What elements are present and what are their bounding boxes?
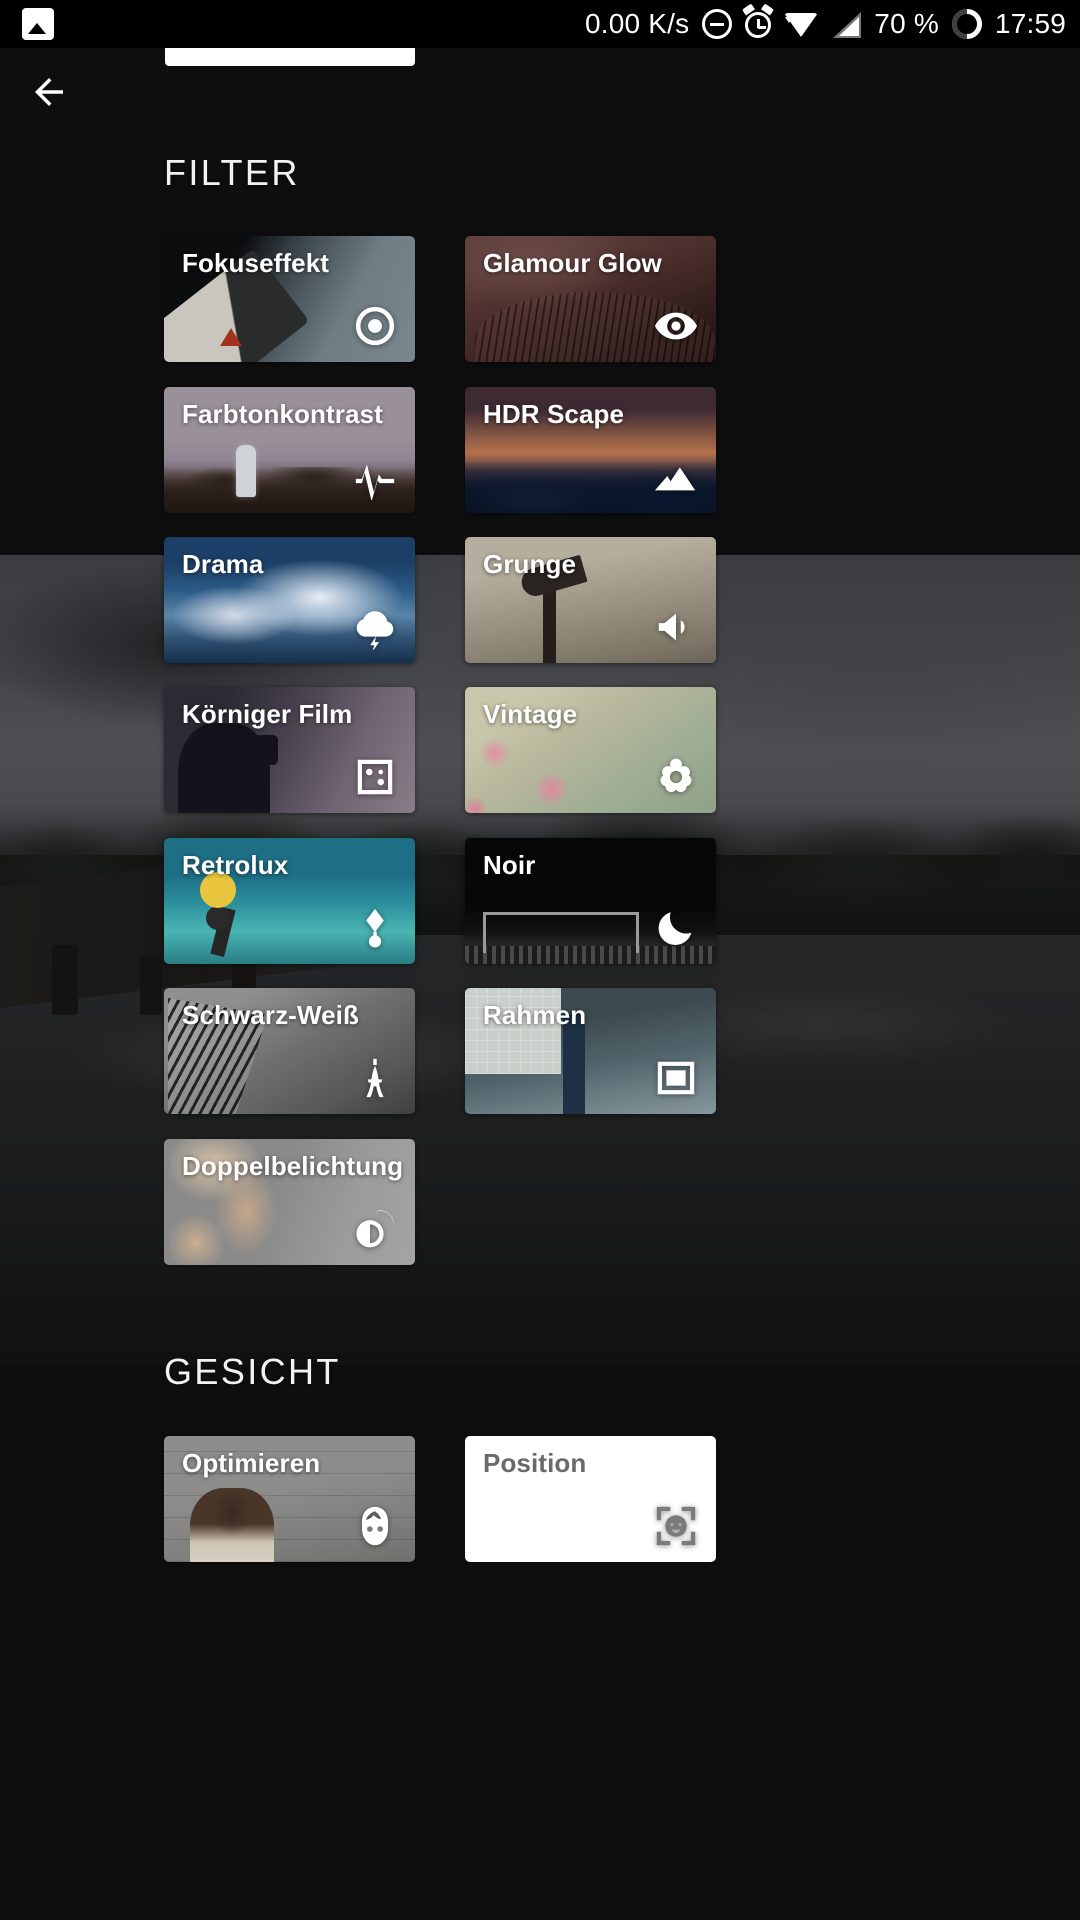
moon-icon xyxy=(652,904,700,952)
card-label: Glamour Glow xyxy=(483,248,662,278)
filter-card-farbtonkontrast[interactable]: Farbtonkontrast xyxy=(164,387,415,513)
card-label: Körniger Film xyxy=(182,699,353,729)
filter-card-vintage[interactable]: Vintage xyxy=(465,687,716,813)
storm-cloud-icon xyxy=(351,603,399,651)
double-exposure-icon xyxy=(351,1205,399,1253)
screen-root: 0.00 K/s 70 % 17:59 FILTER GESICHT Fokus… xyxy=(0,0,1080,1920)
battery-icon xyxy=(951,9,982,39)
dnd-icon xyxy=(702,9,733,39)
filter-card-drama[interactable]: Drama xyxy=(164,537,415,663)
filter-card-schwarz-weiss[interactable]: Schwarz-Weiß xyxy=(164,988,415,1114)
megaphone-icon xyxy=(652,603,700,651)
filter-card-rahmen[interactable]: Rahmen xyxy=(465,988,716,1114)
status-bar-right-group: 0.00 K/s 70 % 17:59 xyxy=(585,0,1066,48)
network-speed-label: 0.00 K/s xyxy=(584,8,690,39)
card-label: Schwarz-Weiß xyxy=(182,1000,359,1030)
eiffel-tower-icon xyxy=(351,1054,399,1102)
card-label: Noir xyxy=(483,850,536,880)
card-label: Optimieren xyxy=(182,1448,321,1478)
face-icon xyxy=(351,1502,399,1550)
card-label: Drama xyxy=(182,549,264,579)
card-label: Position xyxy=(483,1448,587,1478)
waveform-icon xyxy=(351,453,399,501)
card-label: Grunge xyxy=(483,549,577,579)
filter-card-fokuseffekt[interactable]: Fokuseffekt xyxy=(164,236,415,362)
frame-icon xyxy=(652,1054,700,1102)
filter-card-grunge[interactable]: Grunge xyxy=(465,537,716,663)
signal-icon xyxy=(831,10,862,38)
back-arrow-icon xyxy=(28,71,70,118)
card-label: Farbtonkontrast xyxy=(182,399,383,429)
wifi-icon xyxy=(784,11,819,37)
face-position-icon xyxy=(652,1502,700,1550)
status-bar: 0.00 K/s 70 % 17:59 xyxy=(0,0,1080,48)
filter-card-koerniger-film[interactable]: Körniger Film xyxy=(164,687,415,813)
card-label: Fokuseffekt xyxy=(182,248,330,278)
gallery-icon xyxy=(22,8,54,40)
card-label: Retrolux xyxy=(182,850,289,880)
face-card-position[interactable]: Position xyxy=(465,1436,716,1562)
clock-label: 17:59 xyxy=(994,8,1066,39)
filter-card-retrolux[interactable]: Retrolux xyxy=(164,838,415,964)
flower-icon xyxy=(652,753,700,801)
lens-blur-icon xyxy=(351,302,399,350)
section-title-filter: FILTER xyxy=(164,152,300,193)
alarm-icon xyxy=(742,3,775,38)
back-button[interactable] xyxy=(18,63,80,125)
card-label: Doppelbelichtung xyxy=(182,1151,404,1181)
mountains-icon xyxy=(652,453,700,501)
section-title-gesicht: GESICHT xyxy=(164,1351,341,1392)
card-label: Rahmen xyxy=(483,1000,587,1030)
filter-card-glamour-glow[interactable]: Glamour Glow xyxy=(465,236,716,362)
filter-card-doppelbelichtung[interactable]: Doppelbelichtung xyxy=(164,1139,415,1265)
filter-card-hdr-scape[interactable]: HDR Scape xyxy=(465,387,716,513)
filter-card-noir[interactable]: Noir xyxy=(465,838,716,964)
face-card-optimieren[interactable]: Optimieren xyxy=(164,1436,415,1562)
grain-square-icon xyxy=(351,753,399,801)
battery-percent-label: 70 % xyxy=(874,8,939,39)
card-label: HDR Scape xyxy=(483,399,625,429)
card-label: Vintage xyxy=(483,699,578,729)
light-leak-icon xyxy=(351,904,399,952)
eye-icon xyxy=(652,302,700,350)
